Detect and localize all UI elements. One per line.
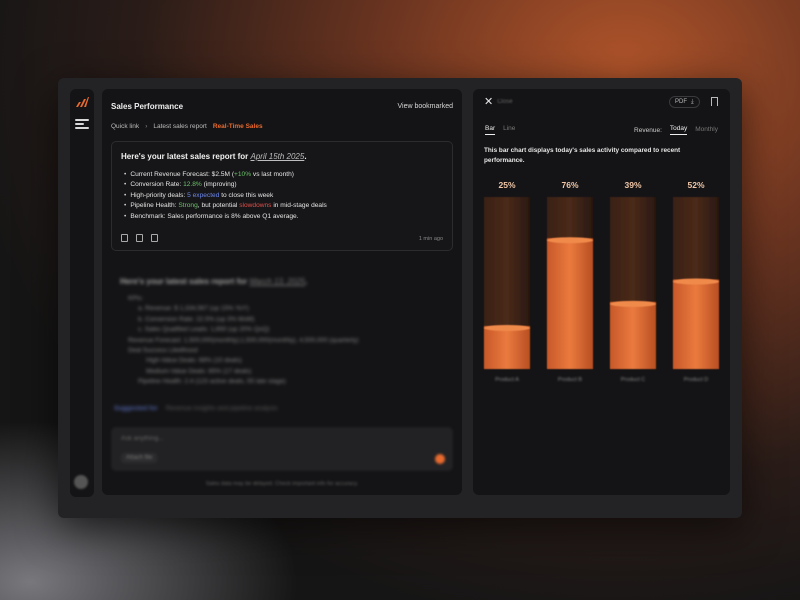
category-label: Product B <box>558 377 582 383</box>
crumb-quick-link[interactable]: Quick link <box>111 123 139 130</box>
bar-value-label: 25% <box>498 180 515 190</box>
previous-report-list: KPIs: a. Revenue: $ 1,334,567 (up 15% Yo… <box>120 294 450 388</box>
list-item: Pipeline Health: Strong, but potential s… <box>124 201 327 211</box>
bar-product-b[interactable] <box>547 238 593 369</box>
list-item: c. Sales Qualified Leads: 1,650 (up 20% … <box>138 326 270 334</box>
list-item: Medium-Value Deals: 85% (17 deals) <box>146 367 252 375</box>
list-item: Current Revenue Forecast: $2.5M (+10% vs… <box>124 170 327 180</box>
bar-value-label: 76% <box>561 180 578 190</box>
list-item: a. Revenue: $ 1,334,567 (up 15% YoY) <box>138 305 249 313</box>
category-label: Product C <box>621 377 645 383</box>
bar-top-cap <box>610 300 656 307</box>
list-item: High-Value Deals: 68% (10 deals) <box>146 357 242 365</box>
bar-product-d[interactable] <box>673 279 719 369</box>
list-item: Pipeline Health: 2.4 (123 active deals, … <box>138 378 286 386</box>
chevron-right-icon: › <box>145 123 148 130</box>
list-item: Deal Success Likelihood <box>128 347 198 355</box>
send-button[interactable] <box>435 454 445 464</box>
category-label: Product D <box>684 377 708 383</box>
previous-report: Here's your latest sales report for Marc… <box>120 277 450 388</box>
sales-bar-chart: 25% Product A 76% Product B 39% Product C 52% P… <box>484 180 719 383</box>
bookmark-icon[interactable] <box>121 234 128 242</box>
menu-icon[interactable] <box>75 119 89 129</box>
timestamp: 1 min ago <box>418 236 443 242</box>
disclaimer: Sales data may be delayed. Check importa… <box>205 481 359 487</box>
list-item: b. Conversion Rate: 22.5% (up 3% MoM) <box>138 315 255 323</box>
report-bullets: Current Revenue Forecast: $2.5M (+10% vs… <box>124 170 327 222</box>
previous-report-title: Here's your latest sales report for Marc… <box>120 277 308 286</box>
crumb-real-time-sales[interactable]: Real-Time Sales <box>213 123 263 130</box>
report-title-text: Here's your latest sales report for <box>121 152 251 161</box>
bar-value-label: 39% <box>624 180 641 190</box>
breadcrumb: Quick link › Latest sales report Real-Ti… <box>111 123 263 130</box>
chat-panel: Sales Performance View bookmarked Quick … <box>102 89 462 495</box>
bar-product-c[interactable] <box>610 301 656 369</box>
chat-input[interactable]: Ask anything... Attach file <box>111 427 453 471</box>
crumb-latest-report[interactable]: Latest sales report <box>153 123 206 130</box>
document-icon[interactable] <box>151 234 158 242</box>
report-title-suffix: . <box>304 152 307 161</box>
bar-product-a[interactable] <box>484 326 530 369</box>
copy-icon[interactable] <box>136 234 143 242</box>
bar-value-label: 52% <box>687 180 704 190</box>
input-placeholder: Ask anything... <box>121 435 164 442</box>
list-item: High-priority deals: 5 expected to close… <box>124 191 327 201</box>
avatar[interactable] <box>74 475 88 489</box>
report-date-link[interactable]: April 15th 2025 <box>251 152 305 161</box>
report-title: Here's your latest sales report for Apri… <box>121 152 307 161</box>
suggestion-text: Revenue insights and pipeline analysis <box>165 405 278 412</box>
list-item: Conversion Rate: 12.8% (improving) <box>124 180 327 190</box>
chart-panel: ✕ Close PDF ⤓ Bar Line Revenue: Today Mo… <box>473 89 730 495</box>
list-item: Revenue Forecast: 1,500,000(monthly);1,5… <box>128 336 359 344</box>
category-label: Product A <box>495 377 519 383</box>
suggestion-label: Suggested for <box>114 405 158 412</box>
bar-top-cap <box>547 237 593 244</box>
latest-report-card: Here's your latest sales report for Apri… <box>111 141 453 251</box>
suggestion-chip[interactable]: Suggested for Revenue insights and pipeli… <box>114 405 278 412</box>
list-item: KPIs: <box>128 295 144 302</box>
panel-title: Sales Performance <box>111 101 184 111</box>
bar-top-cap <box>484 325 530 331</box>
attach-button[interactable]: Attach file <box>121 453 158 463</box>
list-item: Benchmark: Sales performance is 8% above… <box>124 212 327 222</box>
view-bookmarked-link[interactable]: View bookmarked <box>397 103 453 110</box>
sidebar-rail <box>70 89 94 497</box>
card-actions <box>121 234 158 242</box>
bar-top-cap <box>673 278 719 285</box>
brand-logo <box>76 97 89 107</box>
